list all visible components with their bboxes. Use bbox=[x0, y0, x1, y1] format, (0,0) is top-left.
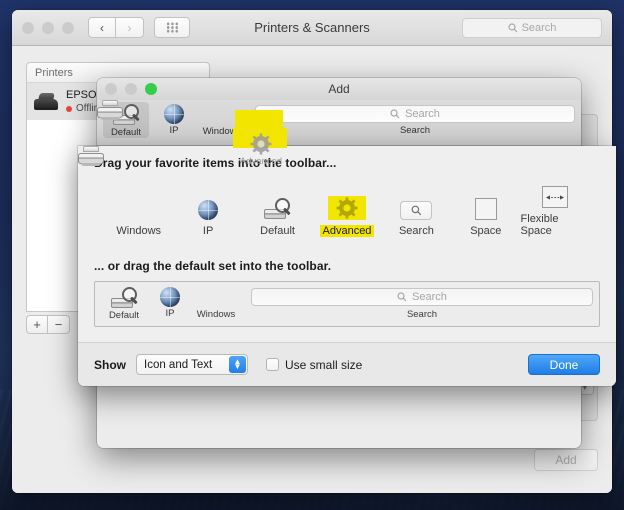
toolbar-item-ip[interactable]: IP bbox=[151, 102, 197, 136]
globe-icon bbox=[160, 287, 180, 307]
default-set-item-default-label: Default bbox=[108, 310, 140, 321]
back-button[interactable]: ‹ bbox=[88, 17, 116, 38]
customize-heading-bottom: ... or drag the default set into the too… bbox=[94, 259, 332, 273]
toolbar-item-ip-label: IP bbox=[169, 125, 179, 136]
default-set-item-windows[interactable]: Windows bbox=[78, 146, 239, 320]
printer-icon bbox=[78, 146, 229, 308]
palette-item-flexible-space[interactable]: Flexible Space bbox=[521, 184, 590, 237]
globe-icon bbox=[198, 196, 219, 220]
remove-printer-button[interactable]: − bbox=[48, 315, 70, 334]
default-set-item-ip[interactable]: IP bbox=[147, 286, 193, 319]
default-set-search-placeholder: Search bbox=[412, 291, 447, 303]
default-toolbar-set[interactable]: Default IP Windows Search Search bbox=[78, 146, 600, 327]
search-icon bbox=[411, 205, 422, 216]
palette-item-default[interactable]: Default bbox=[243, 196, 312, 237]
toolbar-item-default-label: Default bbox=[110, 127, 142, 138]
status-dot-offline-icon bbox=[66, 105, 72, 112]
window-search-field[interactable]: Search bbox=[462, 18, 602, 38]
printer-icon bbox=[33, 92, 59, 111]
chevron-updown-icon: ▲ ▼ bbox=[229, 356, 246, 373]
toolbar-item-windows[interactable]: Windows bbox=[97, 100, 245, 137]
show-all-button[interactable] bbox=[154, 17, 190, 38]
palette-item-windows[interactable]: Windows bbox=[78, 146, 173, 237]
default-set-item-windows-label: Windows bbox=[196, 309, 236, 320]
palette-item-ip[interactable]: IP bbox=[173, 196, 242, 237]
window-search-placeholder: Search bbox=[521, 22, 557, 34]
use-small-size-checkbox[interactable] bbox=[266, 358, 279, 371]
palette-item-space[interactable]: Space bbox=[451, 196, 520, 237]
toolbar-item-windows-label: Windows bbox=[202, 126, 242, 137]
default-set-item-ip-label: IP bbox=[165, 308, 175, 319]
printer-icon bbox=[78, 146, 152, 220]
printer-icon bbox=[97, 100, 235, 125]
palette-item-ip-label: IP bbox=[202, 225, 214, 237]
default-printer-search-icon bbox=[264, 196, 291, 220]
toolbar-search-placeholder: Search bbox=[405, 108, 440, 120]
default-set-search-input[interactable]: Search bbox=[251, 288, 593, 306]
navigation-buttons[interactable]: ‹ › bbox=[88, 17, 144, 38]
search-icon bbox=[390, 109, 400, 119]
space-box-icon bbox=[474, 196, 497, 220]
toolbar-search-group[interactable]: Search Search bbox=[255, 102, 575, 136]
palette-item-flexible-space-label: Flexible Space bbox=[520, 213, 559, 237]
search-icon bbox=[397, 292, 407, 302]
use-small-size-control[interactable]: Use small size bbox=[266, 358, 362, 372]
forward-button[interactable]: › bbox=[116, 17, 144, 38]
palette-item-advanced-label: Advanced bbox=[319, 225, 375, 237]
globe-icon bbox=[164, 104, 184, 124]
palette-item-search-label: Search bbox=[398, 225, 434, 237]
toolbar-search-input[interactable]: Search bbox=[255, 105, 575, 123]
search-icon bbox=[507, 23, 517, 33]
customize-heading-top: Drag your favorite items into the toolba… bbox=[94, 156, 337, 170]
show-mode-select[interactable]: Icon and Text ▲ ▼ bbox=[136, 354, 248, 375]
add-dialog-title: Add bbox=[328, 82, 350, 96]
zoom-button[interactable] bbox=[62, 21, 74, 34]
use-small-size-label: Use small size bbox=[285, 357, 363, 372]
search-field-icon bbox=[400, 196, 433, 220]
minimize-button[interactable] bbox=[42, 21, 54, 34]
toolbar-item-palette[interactable]: Windows IP Default Advanced Search Space… bbox=[78, 146, 600, 237]
close-button[interactable] bbox=[22, 21, 34, 34]
add-device-button[interactable]: Add bbox=[534, 449, 598, 471]
palette-item-search[interactable]: Search bbox=[382, 196, 451, 237]
traffic-lights[interactable] bbox=[22, 21, 74, 34]
gear-icon bbox=[327, 196, 366, 220]
show-mode-value: Icon and Text bbox=[144, 358, 213, 371]
default-set-search-group[interactable]: Search Search bbox=[251, 286, 593, 320]
add-printer-button[interactable]: + bbox=[26, 315, 48, 334]
palette-item-space-label: Space bbox=[470, 225, 502, 237]
toolbar-search-label: Search bbox=[399, 125, 431, 136]
default-printer-search-icon bbox=[110, 287, 138, 309]
palette-item-advanced[interactable]: Advanced bbox=[312, 196, 381, 237]
default-set-search-label: Search bbox=[406, 309, 438, 320]
flexible-space-icon bbox=[542, 184, 569, 208]
palette-item-windows-label: Windows bbox=[116, 225, 162, 237]
customize-sheet-footer: Show Icon and Text ▲ ▼ Use small size Don… bbox=[78, 342, 616, 386]
show-all-grid-icon bbox=[165, 22, 179, 33]
default-set-item-default[interactable]: Default bbox=[101, 286, 147, 321]
show-label: Show bbox=[94, 357, 126, 372]
window-titlebar: ‹ › Printers & Scanners Search bbox=[12, 10, 612, 46]
customize-toolbar-sheet: Drag your favorite items into the toolba… bbox=[78, 146, 616, 386]
palette-item-default-label: Default bbox=[260, 225, 295, 237]
add-dialog-toolbar[interactable]: Default IP Windows Search Search Advance… bbox=[97, 100, 581, 167]
done-button[interactable]: Done bbox=[528, 354, 600, 375]
add-dialog-titlebar: Add bbox=[97, 78, 581, 100]
